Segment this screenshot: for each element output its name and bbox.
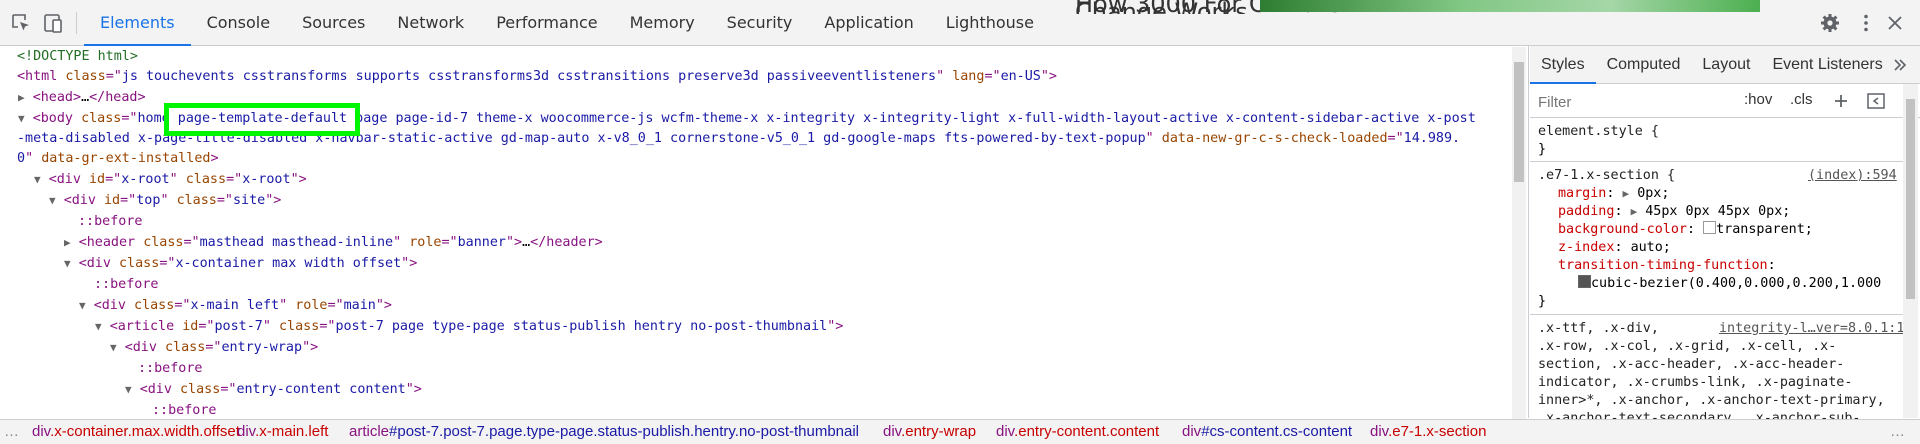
prop-background-color[interactable]: background-color: transparent; (1558, 221, 1813, 239)
element-style-rule[interactable]: element.style { (1538, 123, 1659, 141)
doctype-line[interactable]: <!DOCTYPE html> (17, 47, 138, 67)
tab-application[interactable]: Application (808, 0, 929, 46)
tab-security[interactable]: Security (711, 0, 809, 46)
styles-pane: StylesComputedLayoutEvent Listeners :hov… (1530, 46, 1920, 420)
breadcrumb-item[interactable]: div.entry-content.content (996, 423, 1159, 440)
prop-margin[interactable]: margin: ▶ 0px; (1558, 185, 1669, 203)
before-pseudo-4[interactable]: ::before (152, 401, 217, 419)
styles-filter-input[interactable] (1536, 89, 1740, 115)
breadcrumb-tag: div (996, 423, 1015, 440)
styles-tab-styles[interactable]: Styles (1530, 46, 1596, 84)
more-tabs-icon[interactable] (1891, 56, 1909, 74)
styles-tab-layout[interactable]: Layout (1691, 46, 1761, 84)
settings-gear-icon[interactable] (1819, 12, 1841, 34)
tab-network[interactable]: Network (381, 0, 480, 46)
styles-filter-row: :hov .cls (1530, 84, 1920, 118)
rule2-source[interactable]: integrity-l…ver=8.0.1:1 (1719, 320, 1904, 338)
before-pseudo-3[interactable]: ::before (138, 359, 203, 379)
prop-z-index[interactable]: z-index: auto; (1558, 239, 1671, 257)
breadcrumb-selector: .x-main.left (255, 423, 329, 440)
breadcrumb-selector: #cs-content.cs-content (1201, 423, 1353, 440)
breadcrumb-item[interactable]: div.x-container.max.width.offset (32, 423, 240, 440)
rule2-line-0[interactable]: .x-ttf, .x-div, (1538, 320, 1659, 338)
head-node[interactable]: ▶ <head>…</head> (18, 88, 146, 108)
breadcrumb-tag: article (349, 423, 390, 440)
element-style-close: } (1538, 142, 1547, 157)
panel-divider[interactable] (1528, 46, 1529, 418)
breadcrumb-scroll-left[interactable]: … (4, 423, 19, 440)
section-rule-selector[interactable]: .e7-1.x-section { (1538, 167, 1675, 185)
styles-tabs: Styles Computed Layout Event Listeners (1530, 46, 1920, 84)
breadcrumb-item[interactable]: article#post-7.post-7.page.type-page.sta… (349, 423, 859, 440)
devtools-toolbar: How 3000 For Climate Change Works Elemen… (0, 0, 1920, 46)
prop-padding[interactable]: padding: ▶ 45px 0px 45px 0px; (1558, 203, 1790, 221)
rule2-line-3[interactable]: indicator, .x-crumbs-link, .x-paginate- (1538, 374, 1852, 392)
more-options-icon[interactable] (1855, 12, 1877, 34)
breadcrumb-tag: div (1182, 423, 1202, 440)
styles-scrollbar-thumb[interactable] (1906, 99, 1915, 299)
section-rule-source[interactable]: (index):594 (1808, 167, 1897, 185)
breadcrumb-selector: .x-container.max.width.offset (50, 423, 240, 440)
tab-console[interactable]: Console (191, 0, 287, 46)
breadcrumb-tag: div (32, 423, 51, 440)
breadcrumb-scroll-right[interactable]: … (1890, 423, 1905, 440)
breadcrumb-item[interactable]: div.entry-wrap (883, 423, 976, 440)
page-thumb-green (1260, 0, 1760, 12)
breadcrumb-selector: .entry-wrap (901, 423, 977, 440)
styles-scrollbar[interactable] (1903, 84, 1918, 418)
breadcrumb-tag: div (237, 423, 256, 440)
x-root-node[interactable]: ▼ <div id="x-root" class="x-root"> (34, 170, 307, 190)
breadcrumb-item[interactable]: div.e7-1.x-section (1370, 423, 1486, 440)
prop-cubic-bezier[interactable]: cubic-bezier(0.400,0.000,0.200,1.000 (1578, 275, 1881, 293)
breadcrumb-tag: div (883, 423, 902, 440)
bezier-swatch-icon[interactable] (1578, 275, 1591, 288)
cls-toggle[interactable]: .cls (1790, 91, 1813, 108)
styles-tab-computed[interactable]: Computed (1596, 46, 1692, 84)
top-node[interactable]: ▼ <div id="top" class="site"> (49, 191, 281, 211)
breadcrumb-tag: div (1370, 423, 1389, 440)
rule2-line-4[interactable]: inner>*, .x-anchor, .x-anchor-text-prima… (1538, 392, 1885, 410)
before-pseudo-2[interactable]: ::before (94, 275, 159, 295)
body-node-cont2[interactable]: 0" data-gr-ext-installed> (17, 149, 219, 169)
rule2-line-1[interactable]: .x-row, .x-col, .x-grid, .x-cell, .x- (1538, 338, 1836, 356)
breadcrumb-selector: .e7-1.x-section (1388, 423, 1487, 440)
tab-memory[interactable]: Memory (614, 0, 711, 46)
panel-tabs: Elements Console Sources Network Performance… (84, 0, 1050, 46)
toolbar-separator (76, 12, 77, 34)
prop-transition-timing[interactable]: transition-timing-function: (1558, 257, 1776, 275)
main-node[interactable]: ▼ <div class="x-main left" role="main"> (79, 296, 392, 316)
breadcrumb-item[interactable]: div.x-main.left (237, 423, 328, 440)
container-node[interactable]: ▼ <div class="x-container max width offs… (64, 254, 417, 274)
hov-toggle[interactable]: :hov (1744, 91, 1772, 108)
rule2-line-2[interactable]: section, .x-acc-header, .x-acc-header- (1538, 356, 1844, 374)
entry-content-node[interactable]: ▼ <div class="entry-content content"> (125, 380, 422, 400)
rule-separator (1530, 161, 1910, 162)
tab-elements[interactable]: Elements (84, 0, 191, 46)
close-devtools-icon[interactable] (1884, 12, 1906, 34)
tab-lighthouse[interactable]: Lighthouse (930, 0, 1050, 46)
device-toolbar-icon[interactable] (42, 12, 64, 34)
computed-sidebar-icon[interactable] (1866, 91, 1886, 111)
breadcrumb-item[interactable]: div#cs-content.cs-content (1182, 423, 1352, 440)
tab-sources[interactable]: Sources (286, 0, 381, 46)
html-node[interactable]: <html class="js touchevents csstransform… (17, 67, 1057, 87)
section-rule-close: } (1538, 294, 1547, 309)
breadcrumb-bar: … … div.x-container.max.width.offset div.… (0, 419, 1920, 444)
styles-tab-event-listeners[interactable]: Event Listeners (1761, 46, 1893, 84)
tab-performance[interactable]: Performance (480, 0, 613, 46)
breadcrumb-selector: .entry-content.content (1014, 423, 1160, 440)
entry-wrap-node[interactable]: ▼ <div class="entry-wrap"> (110, 338, 318, 358)
header-node[interactable]: ▶ <header class="masthead masthead-inlin… (64, 233, 603, 253)
article-node[interactable]: ▼ <article id="post-7" class="post-7 pag… (95, 317, 843, 337)
color-swatch[interactable] (1703, 221, 1717, 234)
highlight-box (164, 103, 360, 136)
add-rule-icon[interactable] (1832, 92, 1850, 110)
rule-separator-2 (1530, 314, 1910, 315)
dom-scrollbar-thumb[interactable] (1514, 62, 1524, 182)
inspect-icon[interactable] (10, 12, 32, 34)
breadcrumb-selector: #post-7.post-7.page.type-page.status-pub… (389, 423, 860, 440)
dom-scrollbar[interactable] (1512, 47, 1526, 419)
before-pseudo[interactable]: ::before (78, 212, 143, 232)
